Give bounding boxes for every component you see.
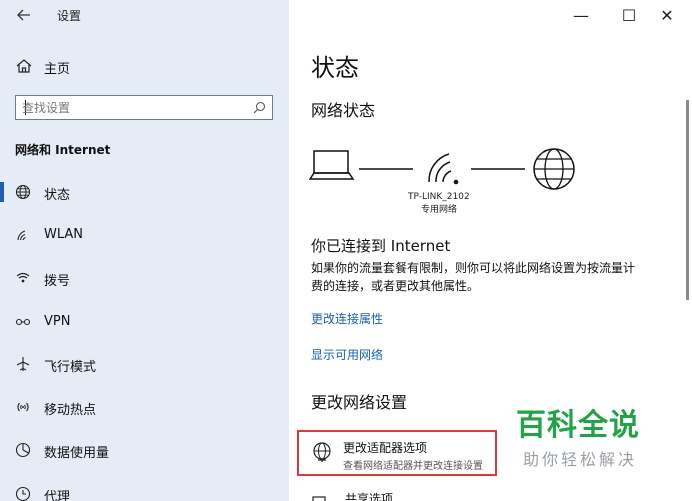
network-type: 专用网络 xyxy=(421,205,458,215)
change-connection-properties-link[interactable]: 更改连接属性 xyxy=(311,310,383,327)
scrollbar[interactable] xyxy=(686,100,689,300)
maximize-button[interactable]: ☐ xyxy=(609,2,649,28)
sidebar-item-label: 拨号 xyxy=(44,274,71,289)
sidebar-item-label: 数据使用量 xyxy=(44,446,110,461)
hotspot-icon xyxy=(17,402,29,412)
dialup-icon xyxy=(16,272,30,283)
sidebar-item-home-label: 主页 xyxy=(44,62,71,77)
section-title: 网络和 Internet xyxy=(15,143,111,157)
network-diagram-graphic xyxy=(308,148,575,190)
search-box[interactable] xyxy=(15,95,273,120)
sidebar-item-label: 代理 xyxy=(44,490,71,501)
adapter-option-subtitle: 查看网络适配器并更改连接设置 xyxy=(343,461,483,472)
app-title: 设置 xyxy=(57,9,82,23)
sidebar-item-proxy[interactable]: 代理 xyxy=(0,480,289,501)
sidebar-item-status[interactable]: 状态 xyxy=(0,178,289,206)
home-icon xyxy=(16,59,32,73)
search-input[interactable] xyxy=(22,99,244,116)
sidebar-item-label: 飞行模式 xyxy=(44,360,97,375)
sidebar-item-dialup[interactable]: 拨号 xyxy=(0,264,289,292)
active-indicator xyxy=(0,182,4,202)
adapter-option-title: 更改适配器选项 xyxy=(343,441,428,455)
sidebar-item-airplane[interactable]: 飞行模式 xyxy=(0,350,289,378)
laptop-icon xyxy=(308,150,355,180)
wifi-signal-icon xyxy=(428,153,459,185)
description-line: 费的连接，或者更改其他属性。 xyxy=(311,279,480,293)
main-content: — ☐ ✕ 状态 网络状态 TP-LINK_2102 专用网络 你已连接到 In… xyxy=(289,0,692,501)
sidebar: 设置 主页 网络和 Internet xyxy=(0,0,289,501)
sidebar-item-data-usage[interactable]: 数据使用量 xyxy=(0,436,289,464)
internet-globe-icon xyxy=(533,148,575,190)
change-network-settings-heading: 更改网络设置 xyxy=(311,393,408,412)
sidebar-item-label: 状态 xyxy=(44,188,71,203)
back-arrow-icon xyxy=(17,9,30,21)
wifi-icon xyxy=(17,230,26,241)
airplane-icon xyxy=(16,357,30,371)
sidebar-item-label: VPN xyxy=(44,314,71,329)
sidebar-item-label: WLAN xyxy=(44,227,84,242)
metered-description: 如果你的流量套餐有限制，则你可以将此网络设置为按流量计 费的连接，或者更改其他属… xyxy=(311,259,676,295)
sidebar-item-label: 移动热点 xyxy=(44,403,97,418)
show-available-networks-link[interactable]: 显示可用网络 xyxy=(311,346,383,363)
sidebar-item-hotspot[interactable]: 移动热点 xyxy=(0,393,289,421)
sidebar-item-wlan[interactable]: WLAN xyxy=(0,221,289,249)
search-icon[interactable] xyxy=(253,101,266,114)
connected-heading: 你已连接到 Internet xyxy=(311,237,451,255)
page-title: 状态 xyxy=(311,54,359,82)
description-line: 如果你的流量套餐有限制，则你可以将此网络设置为按流量计 xyxy=(311,261,636,275)
settings-window: 设置 主页 网络和 Internet xyxy=(0,0,692,501)
watermark-logo: 百科全说 助你轻松解决 xyxy=(513,408,645,469)
change-adapter-options-button[interactable]: 更改适配器选项 查看网络适配器并更改连接设置 xyxy=(297,430,497,476)
proxy-icon xyxy=(15,486,31,501)
sharing-icon xyxy=(312,496,326,501)
close-button[interactable]: ✕ xyxy=(647,2,687,28)
vpn-icon xyxy=(15,318,31,326)
sidebar-item-vpn[interactable]: VPN xyxy=(0,308,289,336)
network-diagram: TP-LINK_2102 专用网络 xyxy=(308,140,589,220)
watermark-sub-text: 助你轻松解决 xyxy=(523,450,638,469)
back-button[interactable] xyxy=(10,4,38,26)
minimize-button[interactable]: — xyxy=(561,2,601,28)
network-adapter-icon xyxy=(313,442,331,462)
network-ssid: TP-LINK_2102 xyxy=(408,192,470,202)
data-usage-icon xyxy=(15,442,31,458)
globe-icon xyxy=(15,184,31,200)
sharing-options-label: 共享选项 xyxy=(345,492,394,501)
sidebar-item-home[interactable]: 主页 xyxy=(0,53,289,79)
watermark-main-text: 百科全说 xyxy=(516,408,640,443)
sharing-options-item[interactable]: 共享选项 xyxy=(303,488,503,501)
network-status-heading: 网络状态 xyxy=(311,101,376,120)
